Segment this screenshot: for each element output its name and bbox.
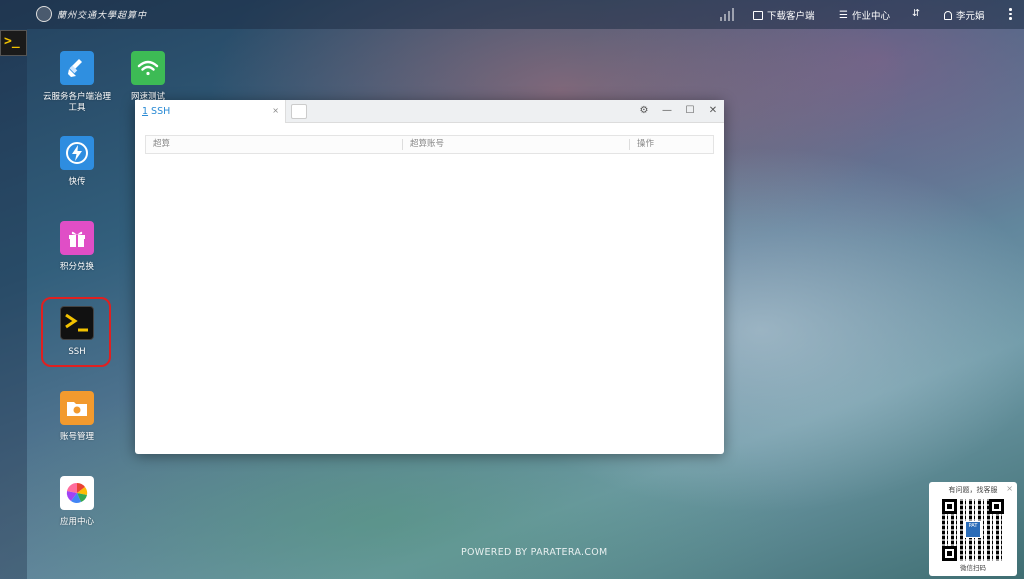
settings-icon[interactable]: ⚙: [638, 105, 650, 116]
column-header-supercomputer: 超算: [153, 139, 171, 149]
window-tab-bar: 1 SSH × ⚙ — ☐ ✕: [135, 100, 724, 123]
maximize-icon[interactable]: ☐: [684, 105, 696, 116]
broom-icon: [60, 51, 94, 85]
seal-icon: [36, 6, 52, 22]
gift-icon: [60, 221, 94, 255]
transfer-button[interactable]: ⇵: [912, 8, 920, 19]
tab-number: 1: [142, 106, 149, 117]
pinwheel-icon: [60, 476, 94, 510]
user-menu[interactable]: 李元娟: [944, 8, 985, 22]
red-annotation-circle: [41, 297, 111, 367]
new-tab-button[interactable]: [291, 104, 307, 119]
minimize-icon[interactable]: —: [661, 105, 673, 116]
folder-icon: [60, 391, 94, 425]
app-points-exchange[interactable]: 积分兑换: [42, 221, 112, 273]
qr-title: 有问题，找客服: [948, 486, 998, 494]
qr-subtitle: 微信扫码: [960, 564, 986, 572]
qr-badge: PAT: [965, 521, 981, 538]
monitor-icon: [753, 10, 763, 20]
download-client-label: 下载客户端: [767, 11, 815, 22]
download-client-button[interactable]: 下载客户端: [753, 8, 815, 22]
sidebar-dock: [0, 29, 27, 579]
transfer-icon: ⇵: [912, 8, 920, 19]
user-icon: [944, 10, 952, 20]
list-icon: ☰: [839, 9, 848, 21]
tab-title: SSH: [151, 106, 171, 117]
customer-service-qr-card: × 有问题，找客服 PAT 微信扫码: [929, 482, 1017, 576]
more-menu-icon[interactable]: [1009, 8, 1012, 20]
app-label: 应用中心: [59, 517, 94, 527]
tab-close-icon[interactable]: ×: [272, 106, 279, 115]
qr-code-image: PAT: [942, 499, 1004, 561]
top-bar: 蘭州交通大學超算中 下载客户端 ☰ 作业中心 ⇵ 李元娟: [0, 0, 1024, 29]
app-network-speed-test[interactable]: 网速测试: [113, 51, 183, 103]
ssh-window: 1 SSH × ⚙ — ☐ ✕ 超算 超算账号 操作: [135, 100, 724, 454]
lightning-icon: [60, 136, 94, 170]
job-center-button[interactable]: ☰ 作业中心: [839, 8, 890, 23]
dock-ssh-terminal-icon[interactable]: >_: [0, 30, 27, 56]
app-cloud-client-tool[interactable]: 云服务各户端治理工具: [42, 51, 112, 114]
job-center-label: 作业中心: [851, 11, 890, 22]
table-header: 超算 超算账号 操作: [145, 135, 714, 154]
wifi-icon: [131, 51, 165, 85]
close-icon[interactable]: ✕: [707, 105, 719, 116]
logo-text: 蘭州交通大學超算中: [57, 10, 148, 21]
app-account-management[interactable]: 账号管理: [42, 391, 112, 443]
university-logo: 蘭州交通大學超算中: [36, 6, 147, 22]
signal-icon: [720, 8, 734, 21]
app-label: 快传: [68, 177, 86, 187]
powered-by-text: POWERED BY PARATERA.COM: [461, 547, 608, 558]
app-label: 积分兑换: [59, 262, 94, 272]
column-header-actions: 操作: [629, 139, 713, 150]
terminal-glyph: >_: [4, 34, 20, 49]
user-name: 李元娟: [956, 11, 985, 22]
column-header-account: 超算账号: [402, 139, 629, 150]
tab-ssh[interactable]: 1 SSH ×: [135, 100, 286, 123]
app-center[interactable]: 应用中心: [42, 476, 112, 528]
close-icon[interactable]: ×: [1006, 484, 1013, 493]
app-label: 云服务各户端治理工具: [42, 92, 111, 113]
app-label: 账号管理: [59, 432, 94, 442]
app-quick-transfer[interactable]: 快传: [42, 136, 112, 188]
